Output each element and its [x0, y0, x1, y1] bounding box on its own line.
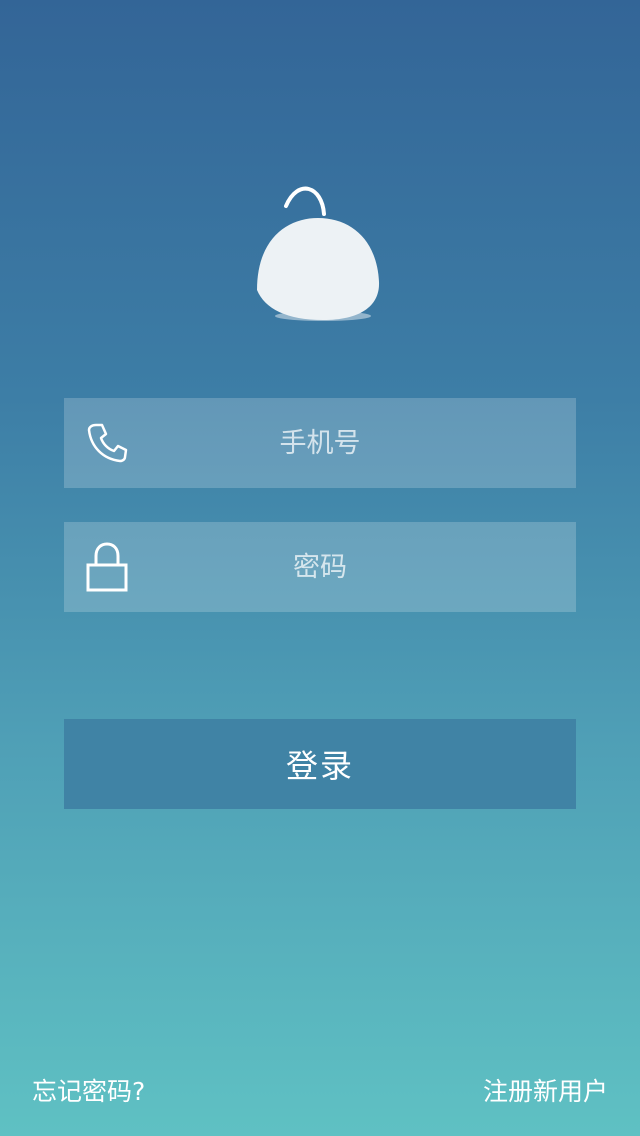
- password-input[interactable]: [144, 522, 496, 612]
- round-mascot-logo-icon: [257, 186, 380, 321]
- lock-icon: [84, 542, 130, 592]
- phone-field[interactable]: [64, 398, 576, 488]
- password-field[interactable]: [64, 522, 576, 612]
- forgot-password-link[interactable]: 忘记密码?: [32, 1072, 145, 1112]
- phone-icon: [84, 420, 130, 466]
- phone-input[interactable]: [144, 398, 496, 488]
- app-logo: [250, 178, 390, 328]
- login-button[interactable]: 登录: [64, 719, 576, 809]
- register-link[interactable]: 注册新用户: [483, 1072, 608, 1112]
